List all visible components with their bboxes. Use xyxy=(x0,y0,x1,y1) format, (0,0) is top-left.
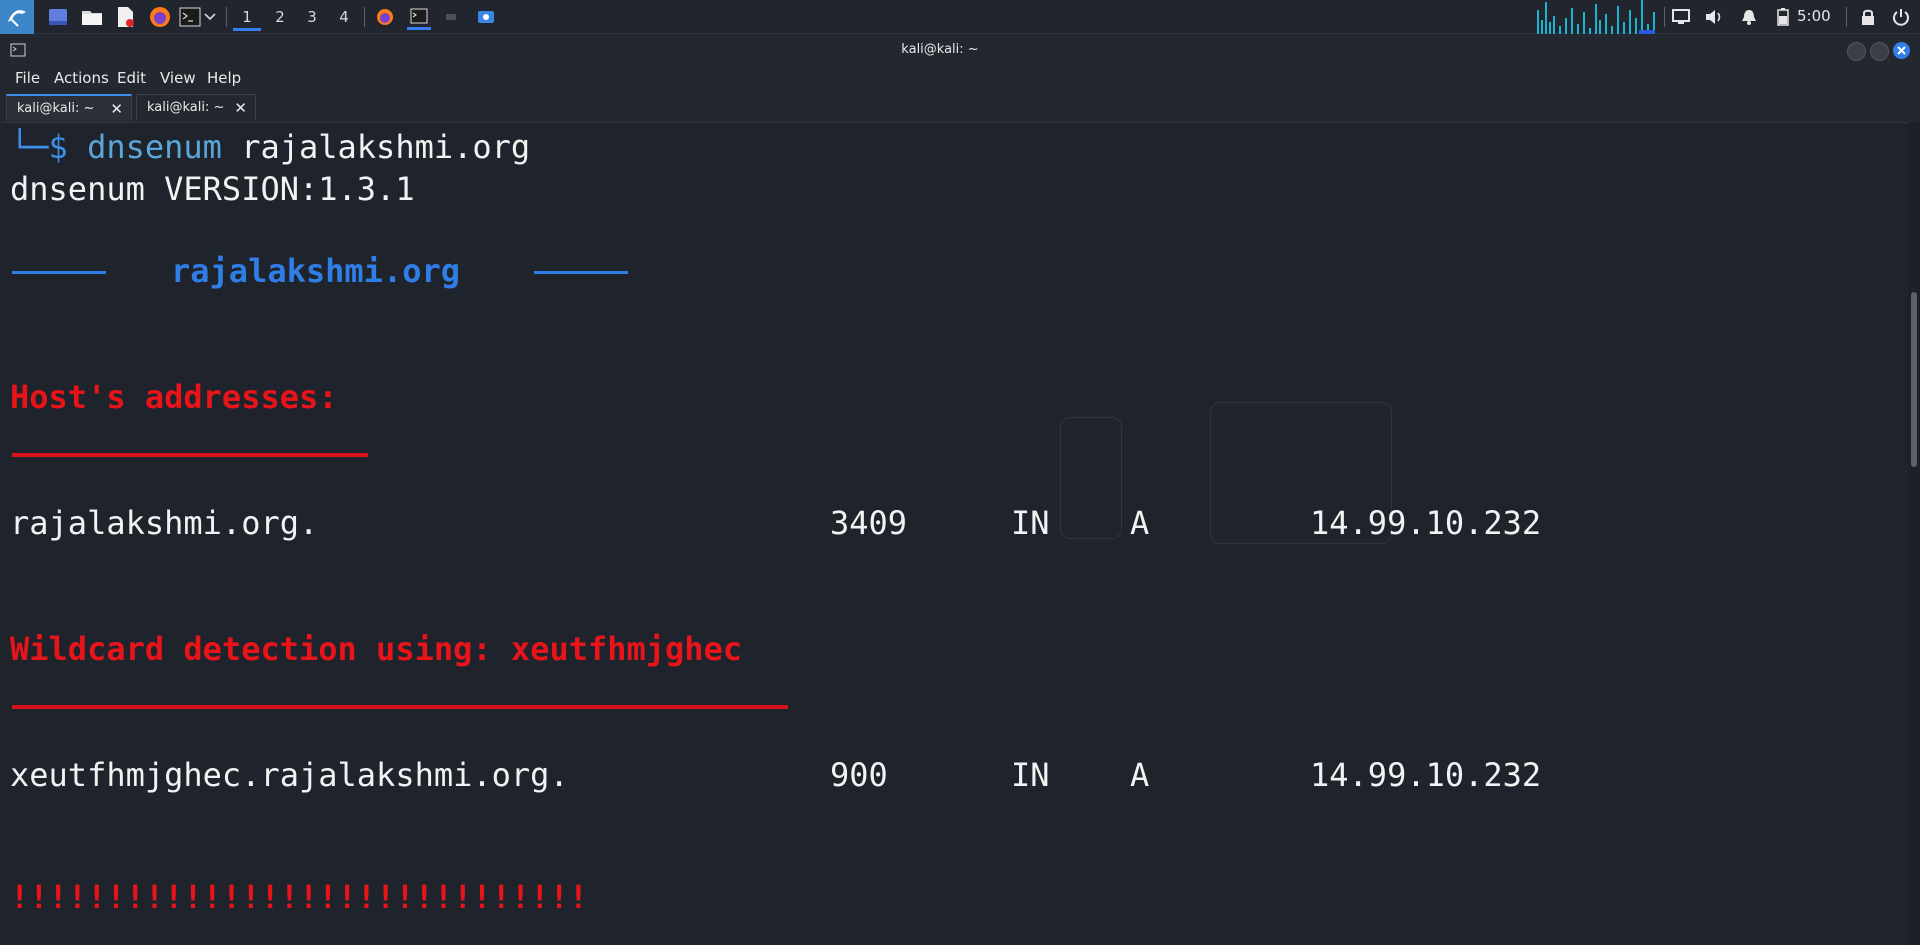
menu-view[interactable]: View xyxy=(160,69,196,87)
prompt-prefix: └─$ xyxy=(10,128,88,166)
minimized-task-icon[interactable] xyxy=(440,5,464,29)
wildcard-address: 14.99.10.232 xyxy=(1310,756,1542,794)
lock-icon[interactable] xyxy=(1856,5,1880,29)
hosts-section-title: Host's addresses: xyxy=(10,378,338,416)
wildcard-class: IN xyxy=(1011,756,1050,794)
file-manager-icon[interactable] xyxy=(80,5,104,29)
window-title: kali@kali: ~ xyxy=(901,42,979,57)
notification-bell-icon[interactable] xyxy=(1737,5,1761,29)
menu-actions[interactable]: Actions xyxy=(54,69,109,87)
kali-menu-icon[interactable] xyxy=(0,0,34,34)
header-rule-right xyxy=(534,271,628,274)
tab-terminal-2[interactable]: kali@kali: ~ ✕ xyxy=(136,94,256,121)
menu-bar: File Actions Edit View Help xyxy=(0,66,1920,92)
workspace-4[interactable]: 4 xyxy=(330,6,358,28)
command-args: rajalakshmi.org xyxy=(221,128,531,166)
panel-separator xyxy=(364,7,365,27)
terminal-icon[interactable] xyxy=(178,5,202,29)
wildcard-type: A xyxy=(1130,756,1150,794)
terminal-task-icon[interactable] xyxy=(407,5,431,30)
domain-header: rajalakshmi.org xyxy=(171,252,460,290)
close-tab-icon[interactable]: ✕ xyxy=(234,95,247,121)
terminal-scrollbar[interactable] xyxy=(1908,122,1920,945)
panel-separator xyxy=(226,7,227,27)
header-rule-left xyxy=(12,271,106,274)
tab-terminal-1[interactable]: kali@kali: ~ ✕ xyxy=(6,94,132,121)
close-tab-icon[interactable]: ✕ xyxy=(110,96,123,122)
wildcard-section-rule xyxy=(12,705,788,709)
network-graph-icon xyxy=(1535,0,1660,34)
power-icon[interactable] xyxy=(1889,5,1913,29)
workspace-2[interactable]: 2 xyxy=(266,6,294,28)
tab-label: kali@kali: ~ xyxy=(17,101,95,116)
maximize-button[interactable] xyxy=(1870,42,1889,61)
close-window-button[interactable] xyxy=(1893,42,1910,59)
scrollbar-thumb[interactable] xyxy=(1911,292,1917,467)
show-desktop-icon[interactable] xyxy=(46,5,70,29)
menu-help[interactable]: Help xyxy=(207,69,241,87)
system-panel: 1 2 3 4 5:00 xyxy=(0,0,1920,34)
menu-edit[interactable]: Edit xyxy=(117,69,146,87)
panel-separator xyxy=(1664,7,1665,27)
hosts-section-rule xyxy=(12,453,368,457)
workspace-3[interactable]: 3 xyxy=(298,6,326,28)
wildcard-name: xeutfhmjghec.rajalakshmi.org. xyxy=(10,756,569,794)
text-editor-icon[interactable] xyxy=(113,5,137,29)
screenshot-task-icon[interactable] xyxy=(474,5,498,29)
menu-file[interactable]: File xyxy=(15,69,40,87)
close-icon xyxy=(1897,46,1906,55)
warning-bangs: !!!!!!!!!!!!!!!!!!!!!!!!!!!!!! xyxy=(10,878,588,916)
display-icon[interactable] xyxy=(1669,5,1693,29)
terminal-output[interactable]: └─$ dnsenum rajalakshmi.org dnsenum VERS… xyxy=(0,122,1908,945)
firefox-task-icon[interactable] xyxy=(373,5,397,29)
battery-icon[interactable] xyxy=(1771,5,1795,29)
clock[interactable]: 5:00 xyxy=(1797,7,1831,25)
prompt-line: └─$ dnsenum rajalakshmi.org xyxy=(10,128,530,166)
version-line: dnsenum VERSION:1.3.1 xyxy=(10,170,415,208)
command-name: dnsenum xyxy=(87,128,222,166)
window-titlebar[interactable]: kali@kali: ~ xyxy=(0,34,1920,66)
minimize-button[interactable] xyxy=(1847,42,1866,61)
host-name: rajalakshmi.org. xyxy=(10,504,319,542)
wildcard-section-title: Wildcard detection using: xeutfhmjghec xyxy=(10,630,743,668)
volume-icon[interactable] xyxy=(1702,5,1726,29)
tab-label: kali@kali: ~ xyxy=(147,100,225,115)
panel-separator xyxy=(1846,7,1847,27)
host-class: IN xyxy=(1011,504,1050,542)
dropdown-chevron-icon[interactable] xyxy=(203,5,217,29)
host-address: 14.99.10.232 xyxy=(1310,504,1542,542)
host-ttl: 3409 xyxy=(830,504,908,542)
host-type: A xyxy=(1130,504,1150,542)
workspace-1[interactable]: 1 xyxy=(233,6,261,31)
firefox-icon[interactable] xyxy=(148,5,172,29)
tab-bar: kali@kali: ~ ✕ kali@kali: ~ ✕ xyxy=(0,92,1920,123)
wildcard-ttl: 900 xyxy=(830,756,888,794)
background-illustration xyxy=(1060,417,1122,539)
